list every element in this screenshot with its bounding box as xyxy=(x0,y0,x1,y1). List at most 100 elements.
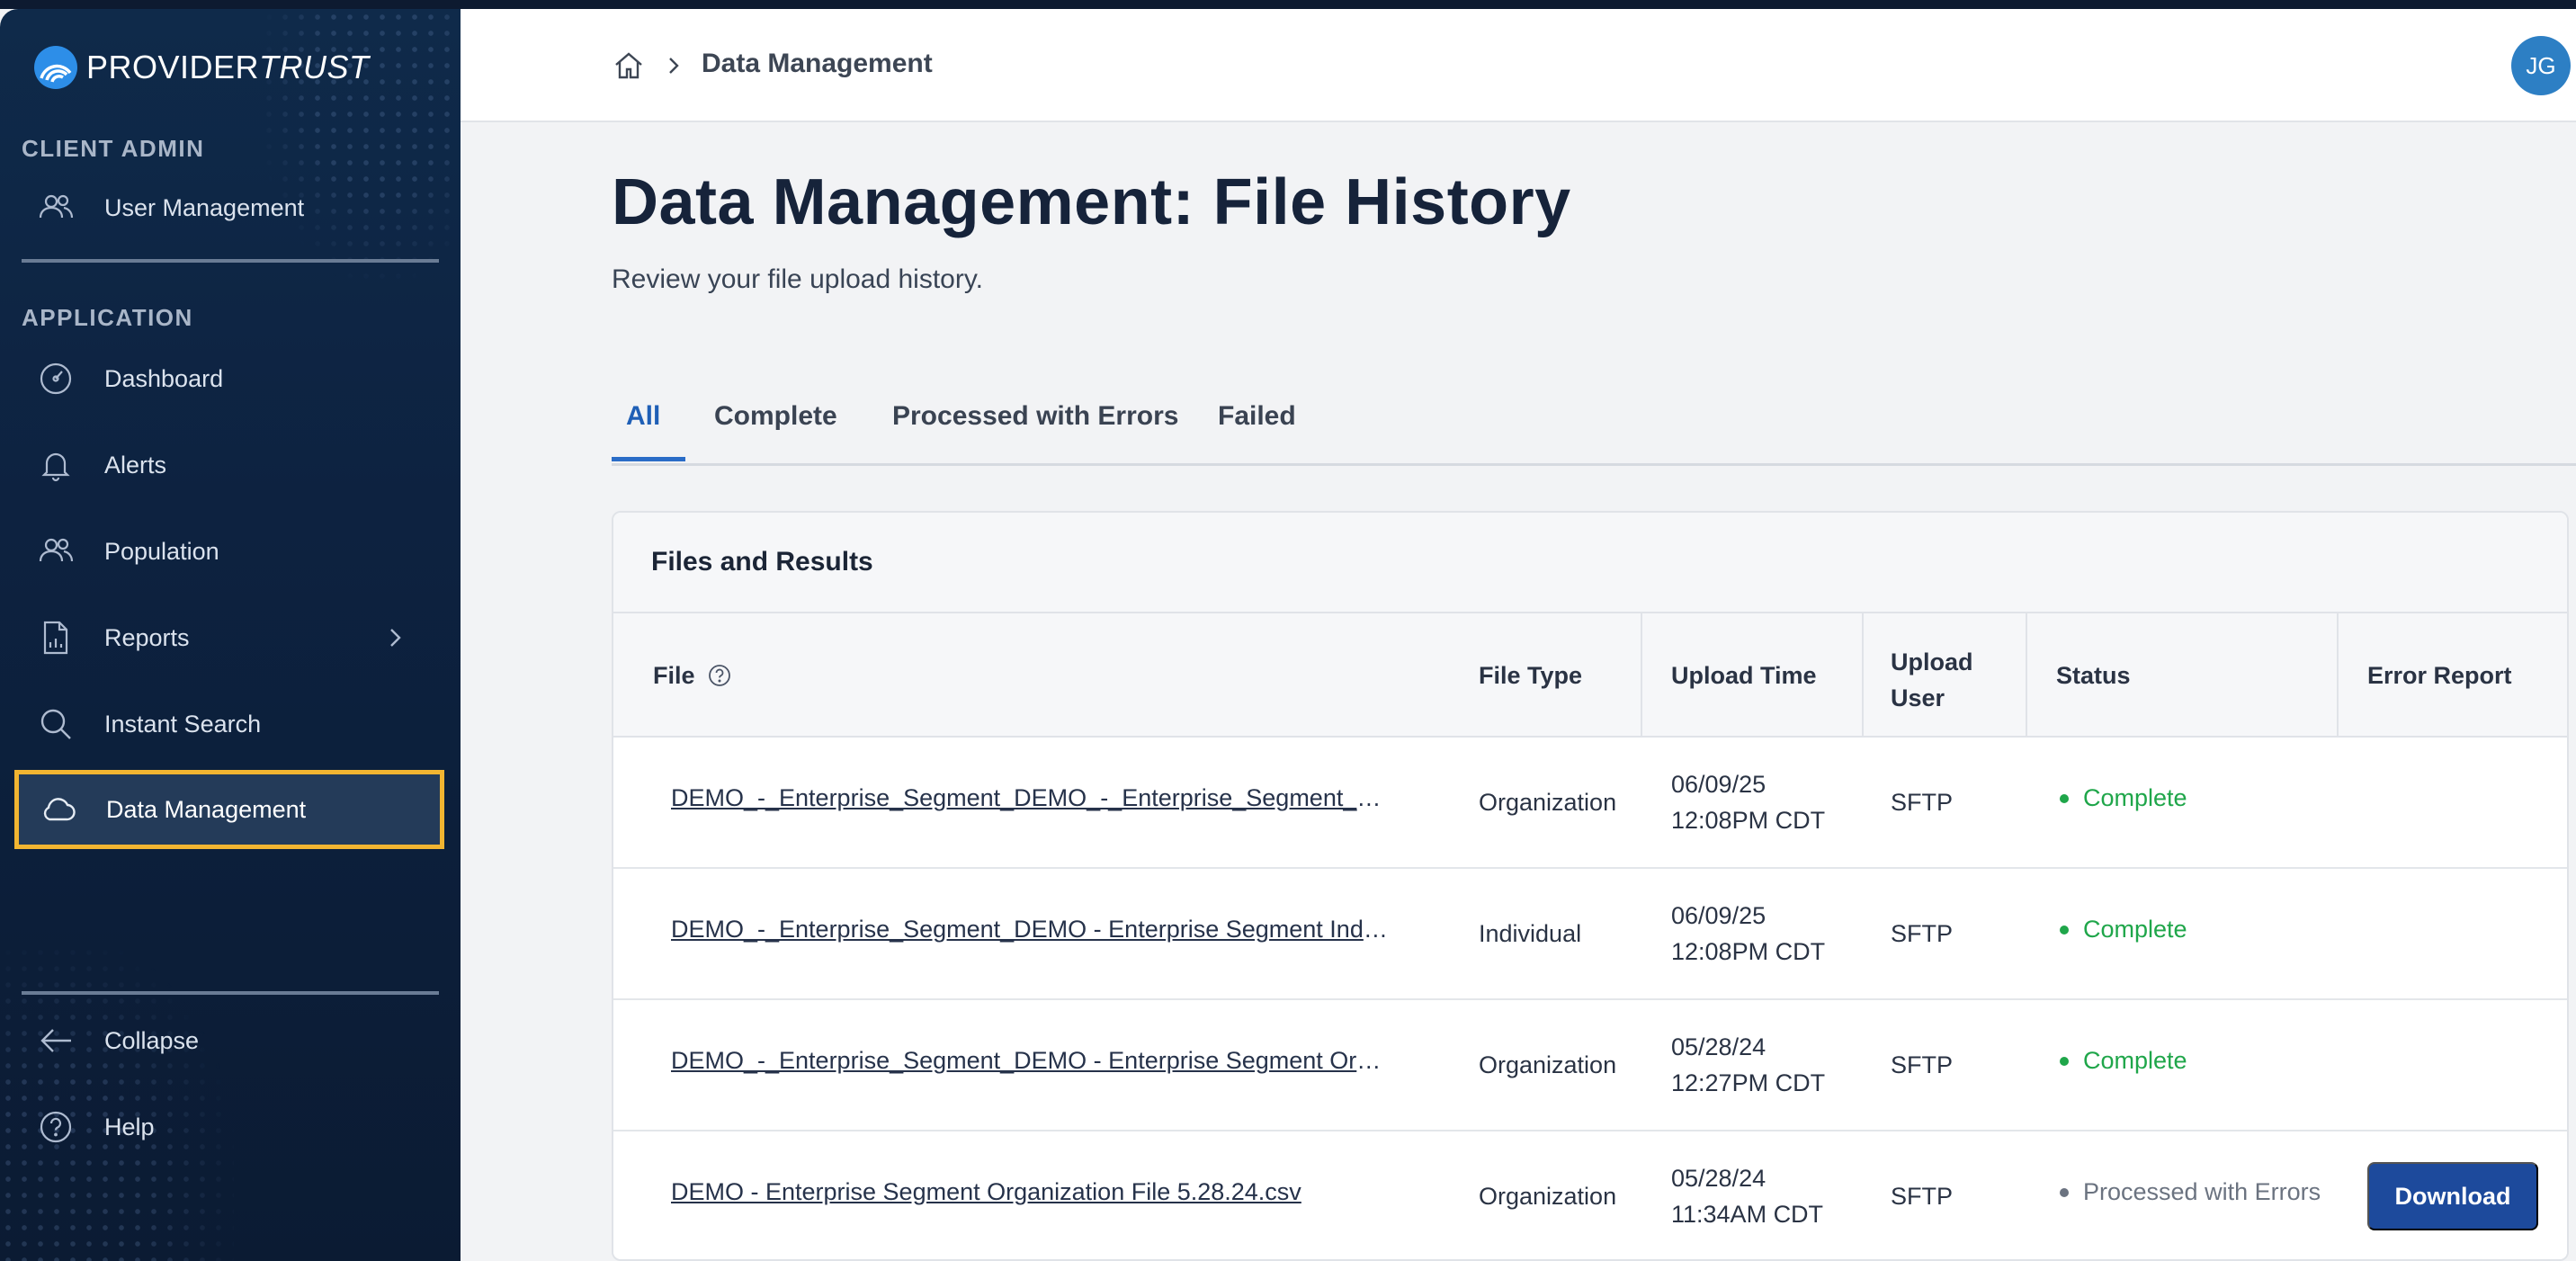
column-header-label: File xyxy=(653,662,695,689)
status-label: Complete xyxy=(2083,1047,2187,1074)
sidebar-item-label: Collapse xyxy=(104,1026,200,1054)
sidebar-item-population[interactable]: Population xyxy=(13,511,444,592)
column-divider xyxy=(1641,613,1642,738)
window-top-strip xyxy=(0,0,2576,9)
file-type-cell: Organization xyxy=(1479,1051,1617,1078)
file-link[interactable]: DEMO_-_Enterprise_Segment_DEMO - Enterpr… xyxy=(671,1047,1391,1075)
status-tabs: All Complete Processed with Errors Faile… xyxy=(612,390,2576,466)
upload-clock-time: 12:08PM CDT xyxy=(1671,938,1826,965)
sidebar-item-label: Alerts xyxy=(104,451,167,478)
upload-clock-time: 11:34AM CDT xyxy=(1671,1201,1824,1228)
brand-logo-icon xyxy=(34,46,77,89)
upload-user-cell: SFTP xyxy=(1891,1183,1954,1210)
upload-time-cell: 05/28/24 11:34AM CDT xyxy=(1671,1160,1823,1232)
sidebar-item-instant-search[interactable]: Instant Search xyxy=(13,684,444,765)
column-divider xyxy=(1862,613,1864,738)
table-row: DEMO_-_Enterprise_Segment_DEMO_-_Enterpr… xyxy=(613,738,2567,869)
upload-time-cell: 06/09/25 12:08PM CDT xyxy=(1671,898,1825,970)
page-subtitle: Review your file upload history. xyxy=(612,264,983,294)
search-icon xyxy=(36,704,76,744)
brand-name: PROVIDER TRUST xyxy=(86,49,370,86)
status-label: Complete xyxy=(2083,784,2187,811)
sidebar-item-label: Data Management xyxy=(106,795,307,823)
sidebar-item-user-management[interactable]: User Management xyxy=(13,167,444,248)
sidebar-item-label: Help xyxy=(104,1113,155,1140)
column-header-file: File xyxy=(653,662,732,690)
tab-processed-with-errors[interactable]: Processed with Errors xyxy=(892,401,1178,466)
column-header-label-line: User xyxy=(1891,684,1945,711)
breadcrumb-separator-icon xyxy=(669,58,679,74)
column-header-upload-time: Upload Time xyxy=(1671,662,1817,689)
tab-label: All xyxy=(626,401,661,431)
file-link[interactable]: DEMO_-_Enterprise_Segment_DEMO_-_Enterpr… xyxy=(671,784,1391,812)
section-label-application: APPLICATION xyxy=(22,304,193,331)
upload-date: 05/28/24 xyxy=(1671,1165,1767,1192)
active-tab-indicator xyxy=(612,457,685,461)
upload-time-cell: 06/09/25 12:08PM CDT xyxy=(1671,766,1825,838)
upload-date: 06/09/25 xyxy=(1671,771,1767,798)
column-header-status: Status xyxy=(2056,662,2131,689)
sidebar-divider-bottom xyxy=(22,991,439,995)
status-label: Processed with Errors xyxy=(2083,1178,2321,1205)
sidebar-item-data-management[interactable]: Data Management xyxy=(14,770,444,849)
tab-failed[interactable]: Failed xyxy=(1218,401,1296,466)
brand-name-light: TRUST xyxy=(259,49,370,85)
status-dot xyxy=(2060,1056,2069,1066)
upload-user-cell: SFTP xyxy=(1891,789,1954,816)
status-dot xyxy=(2060,925,2069,935)
bell-icon xyxy=(36,445,76,485)
help-circle-icon[interactable] xyxy=(707,663,732,688)
files-results-card: Files and Results File File Type Upload … xyxy=(612,511,2569,1261)
download-error-report-button[interactable]: Download xyxy=(2367,1162,2538,1230)
help-circle-icon xyxy=(36,1107,76,1147)
table-row: DEMO_-_Enterprise_Segment_DEMO - Enterpr… xyxy=(613,1000,2567,1131)
file-type-cell: Individual xyxy=(1479,920,1582,947)
status-dot xyxy=(2060,793,2069,803)
home-icon[interactable] xyxy=(612,49,646,83)
upload-user-cell: SFTP xyxy=(1891,920,1954,947)
sidebar-item-reports[interactable]: Reports xyxy=(13,597,444,678)
section-label-client-admin: CLIENT ADMIN xyxy=(22,135,205,162)
document-chart-icon xyxy=(36,618,76,657)
breadcrumb-current: Data Management xyxy=(702,49,933,78)
sidebar-item-label: Instant Search xyxy=(104,710,262,738)
upload-time-cell: 05/28/24 12:27PM CDT xyxy=(1671,1029,1825,1101)
users-icon xyxy=(36,188,76,228)
sidebar-item-label: Dashboard xyxy=(104,364,224,392)
sidebar-item-alerts[interactable]: Alerts xyxy=(13,425,444,505)
file-link[interactable]: DEMO_-_Enterprise_Segment_DEMO - Enterpr… xyxy=(671,916,1391,944)
status-badge: Complete xyxy=(2060,784,2187,812)
sidebar-item-dashboard[interactable]: Dashboard xyxy=(13,338,444,419)
page-title: Data Management: File History xyxy=(612,166,1571,238)
tab-complete[interactable]: Complete xyxy=(714,401,837,466)
chevron-right-icon xyxy=(390,629,401,647)
upload-user-cell: SFTP xyxy=(1891,1051,1954,1078)
status-badge: Processed with Errors xyxy=(2060,1178,2321,1206)
tab-label: Processed with Errors xyxy=(892,401,1179,431)
upload-clock-time: 12:08PM CDT xyxy=(1671,807,1826,834)
file-link[interactable]: DEMO - Enterprise Segment Organization F… xyxy=(671,1178,1391,1206)
sidebar-divider xyxy=(22,259,439,263)
upload-date: 05/28/24 xyxy=(1671,1033,1767,1060)
column-header-label-line: Upload xyxy=(1891,648,1973,675)
column-header-upload-user: Upload User xyxy=(1891,644,1973,716)
status-badge: Complete xyxy=(2060,1047,2187,1075)
file-type-cell: Organization xyxy=(1479,1183,1617,1210)
card-header: Files and Results xyxy=(613,513,2567,613)
status-badge: Complete xyxy=(2060,916,2187,944)
file-type-cell: Organization xyxy=(1479,789,1617,816)
arrow-left-icon xyxy=(36,1021,76,1060)
table-header: File File Type Upload Time Upload User S… xyxy=(613,613,2567,738)
upload-clock-time: 12:27PM CDT xyxy=(1671,1069,1826,1096)
brand-name-bold: PROVIDER xyxy=(86,49,260,85)
table-row: DEMO - Enterprise Segment Organization F… xyxy=(613,1131,2567,1259)
column-divider xyxy=(2337,613,2339,738)
sidebar-item-help[interactable]: Help xyxy=(13,1087,444,1167)
upload-date: 06/09/25 xyxy=(1671,902,1767,929)
sidebar-item-collapse[interactable]: Collapse xyxy=(13,1000,444,1081)
card-title: Files and Results xyxy=(651,547,873,577)
brand-logo[interactable]: PROVIDER TRUST xyxy=(34,45,370,90)
gauge-icon xyxy=(36,359,76,398)
table-row: DEMO_-_Enterprise_Segment_DEMO - Enterpr… xyxy=(613,869,2567,1000)
user-avatar[interactable]: JG xyxy=(2511,36,2571,95)
